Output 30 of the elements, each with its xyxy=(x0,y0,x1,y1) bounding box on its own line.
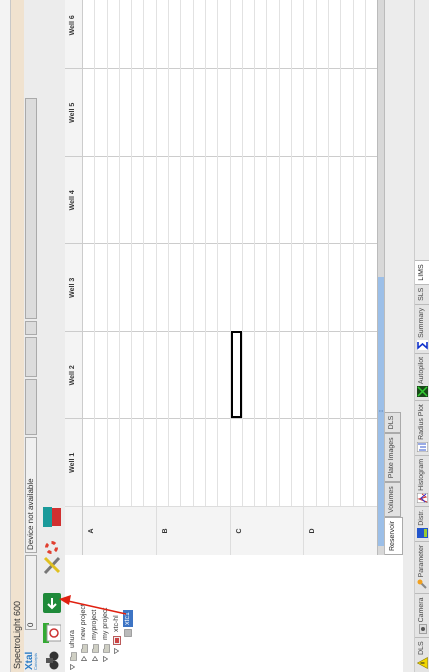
caret-down-icon[interactable] xyxy=(70,664,75,670)
lifebuoy-icon[interactable] xyxy=(45,541,58,554)
status-panel xyxy=(25,321,37,335)
sigma-icon xyxy=(416,340,428,350)
status-panel xyxy=(25,337,37,377)
logo: Xtal xyxy=(24,650,34,670)
table-cell[interactable] xyxy=(230,331,242,418)
scrollbar-thumb[interactable] xyxy=(378,277,384,546)
caret-right-icon[interactable] xyxy=(80,656,86,662)
bar-chart-icon xyxy=(416,528,428,538)
counter-field: 0 xyxy=(25,555,37,630)
device-status-field: Device not available xyxy=(25,437,37,553)
document-icon[interactable] xyxy=(42,623,60,643)
window-title: SpectroLight 600 xyxy=(10,600,23,669)
caret-right-icon[interactable] xyxy=(92,656,98,662)
robot-icon[interactable] xyxy=(42,505,60,529)
caret-down-icon[interactable] xyxy=(103,656,108,662)
camera-icon xyxy=(418,624,426,634)
autopilot-icon xyxy=(416,386,428,398)
status-panel xyxy=(25,379,37,435)
binoculars-icon[interactable] xyxy=(44,651,60,670)
plate-icon xyxy=(112,636,120,645)
histogram-icon xyxy=(416,492,428,503)
well-icon xyxy=(124,629,132,637)
line-chart-icon xyxy=(416,442,428,452)
horizontal-scrollbar[interactable] xyxy=(377,0,385,555)
wrench-icon xyxy=(416,579,428,590)
caret-down-icon[interactable] xyxy=(114,648,119,654)
warning-icon xyxy=(416,657,428,669)
tools-icon[interactable] xyxy=(42,556,60,575)
